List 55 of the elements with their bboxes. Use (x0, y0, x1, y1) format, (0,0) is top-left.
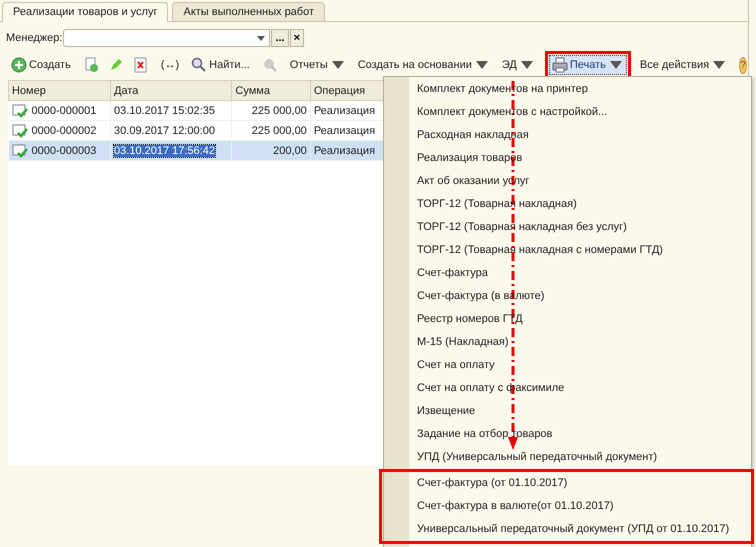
document-check-icon (12, 144, 28, 158)
menu-item[interactable]: ТОРГ-12 (Товарная накладная с номерами ГТД) (409, 239, 751, 262)
menu-item[interactable]: Счет-фактура (409, 262, 751, 285)
search-icon (191, 57, 208, 73)
toolbar-button[interactable]: Найти... (188, 55, 253, 75)
menu-item[interactable]: УПД (Универсальный передаточный документ) (409, 446, 751, 469)
delete-icon (132, 57, 149, 73)
table-cell: 30.09.2017 12:00:00 (114, 124, 215, 136)
tab[interactable]: Реализации товаров и услуг (2, 2, 168, 22)
table-cell: 0000-000002 (32, 124, 96, 136)
add-document-icon (82, 57, 99, 73)
table-cell: 03.10.2017 15:02:35 (114, 104, 215, 116)
menu-item[interactable]: Задание на отбор товаров (409, 423, 751, 446)
menu-item[interactable]: Извещение (409, 400, 751, 423)
menu-item[interactable]: Универсальный передаточный документ (УПД от 01.10.2017) (409, 518, 751, 541)
table-cell: Реализация (314, 104, 376, 116)
menu-button[interactable]: Создать на основании (354, 55, 493, 75)
menu-item[interactable]: ТОРГ-12 (Товарная накладная без услуг) (409, 216, 751, 239)
table-cell: 0000-000003 (32, 144, 96, 156)
column-header[interactable]: Дата (110, 80, 232, 100)
document-check-icon (12, 124, 28, 138)
menu-item[interactable]: ТОРГ-12 (Товарная накладная) (409, 193, 751, 216)
table-cell: 225 000,00 (252, 104, 307, 116)
menu-button[interactable]: Все действия (636, 55, 730, 75)
menu-item[interactable]: Реестр номеров ГТД (409, 308, 751, 331)
table-cell: Реализация (314, 144, 376, 156)
menu-item[interactable]: М-15 (Накладная) (409, 331, 751, 354)
table-cell: 200,00 (273, 144, 307, 156)
menu-item[interactable]: Комплект документов на принтер (409, 78, 751, 101)
table-cell: Реализация (314, 124, 376, 136)
plus-icon (11, 57, 27, 73)
field-label: Менеджер: (6, 32, 62, 44)
table-cell: 03.10.2017 17:56:42 (114, 144, 215, 156)
column-header[interactable]: Сумма (232, 80, 310, 100)
toolbar-button[interactable]: Создать (8, 55, 74, 75)
toolbar-button[interactable]: (↔) (158, 57, 182, 73)
menu-item[interactable]: Счет-фактура (от 01.10.2017) (409, 472, 751, 495)
dropdown-icon[interactable] (257, 36, 266, 40)
menu-button[interactable]: Отчеты (286, 55, 349, 75)
field-button[interactable]: × (290, 29, 304, 47)
menu-button[interactable]: ЭД (498, 55, 538, 75)
printer-icon (552, 57, 568, 73)
table-cell: 225 000,00 (252, 124, 307, 136)
menu-item[interactable]: Счет на оплату (409, 354, 751, 377)
table-cell: 0000-000001 (32, 104, 96, 116)
field-button[interactable]: ... (271, 29, 289, 47)
column-header[interactable]: Номер (8, 80, 111, 100)
document-check-icon (12, 104, 28, 118)
menu-item[interactable]: Реализация товаров (409, 147, 751, 170)
print-button[interactable]: Печать (548, 55, 627, 75)
manager-field[interactable] (63, 29, 270, 47)
menu-item[interactable]: Счет-фактура в валюте(от 01.10.2017) (409, 495, 751, 518)
magnifier-icon (262, 57, 278, 73)
tab[interactable]: Акты выполненных работ (172, 2, 326, 21)
help-button[interactable]: ? (739, 56, 747, 74)
